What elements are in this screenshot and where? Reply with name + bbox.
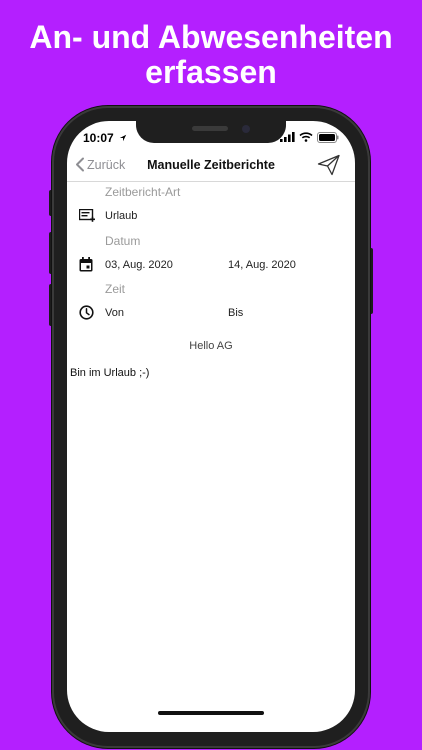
- page-title: Manuelle Zeitberichte: [147, 158, 275, 172]
- signal-icon: [280, 132, 295, 142]
- company-name[interactable]: Hello AG: [67, 340, 355, 352]
- status-icons: [280, 131, 339, 143]
- list-add-icon: [79, 209, 95, 222]
- note-text[interactable]: Bin im Urlaub ;-): [70, 367, 149, 379]
- navigation-bar: Zurück Manuelle Zeitberichte: [67, 151, 355, 182]
- calendar-icon: [79, 257, 93, 272]
- date-to[interactable]: 14, Aug. 2020: [228, 259, 296, 271]
- type-value[interactable]: Urlaub: [105, 210, 137, 222]
- status-time: 10:07: [83, 131, 127, 145]
- promo-headline: An- und Abwesenheiten erfassen: [0, 20, 422, 90]
- phone-screen: 10:07 Zurück Manuelle Zeitberichte Zeitb…: [67, 121, 355, 732]
- time-from[interactable]: Von: [105, 307, 124, 319]
- wifi-icon: [299, 132, 313, 142]
- notch: [136, 121, 286, 143]
- status-time-text: 10:07: [83, 131, 114, 145]
- camera: [242, 125, 250, 133]
- type-label: Zeitbericht-Art: [105, 185, 181, 199]
- send-icon[interactable]: [317, 154, 341, 176]
- speaker: [192, 126, 228, 131]
- headline-line-2: erfassen: [145, 54, 277, 90]
- clock-icon: [79, 305, 94, 320]
- time-to[interactable]: Bis: [228, 307, 243, 319]
- date-label: Datum: [105, 234, 141, 248]
- time-label: Zeit: [105, 282, 126, 296]
- headline-line-1: An- und Abwesenheiten: [29, 19, 393, 55]
- battery-icon: [317, 131, 339, 143]
- home-indicator: [158, 711, 264, 715]
- date-from[interactable]: 03, Aug. 2020: [105, 259, 173, 271]
- location-arrow-icon: [119, 134, 127, 142]
